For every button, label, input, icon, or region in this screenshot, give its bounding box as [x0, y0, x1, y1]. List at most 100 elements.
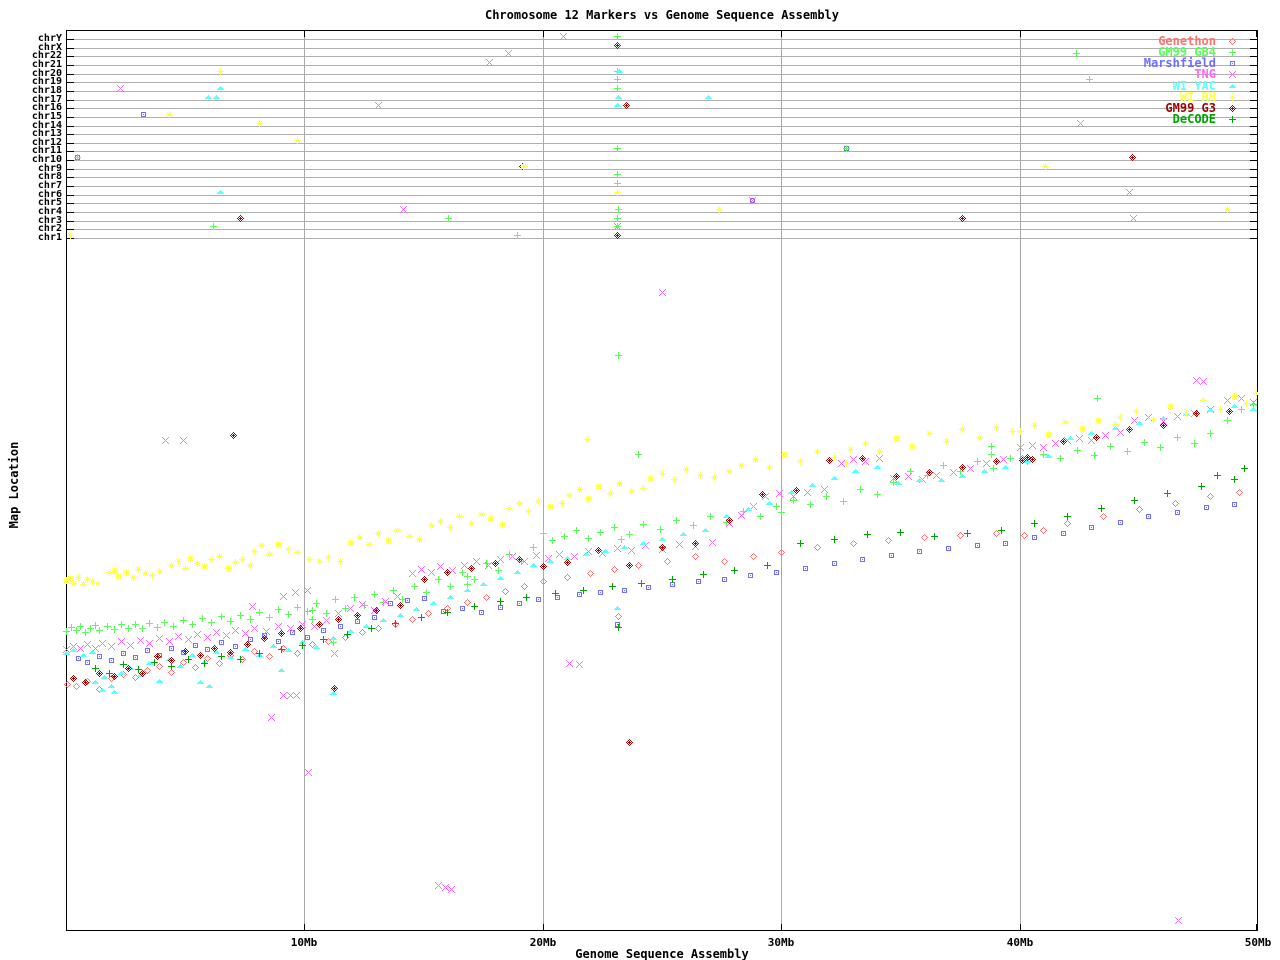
data-point-wi_yac	[169, 659, 170, 660]
data-point-gm99_gb4	[474, 579, 475, 580]
data-point-genethon	[67, 684, 68, 685]
data-point-gm99_gb4	[564, 536, 565, 537]
data-point-wi_yac	[316, 647, 317, 648]
data-point-gm99_gb4	[71, 627, 72, 628]
data-point-gm99_gb4	[269, 617, 270, 618]
data-point-wi_yac	[1163, 418, 1164, 419]
data-point-wi_rh	[159, 571, 160, 572]
data-point-tng	[165, 440, 166, 441]
data-point-gm99_gb4	[99, 630, 100, 631]
x-tick-label: 30Mb	[749, 936, 813, 949]
data-point-wi_rh	[66, 580, 67, 581]
data-point-gm99_gb4	[960, 471, 961, 472]
data-point-wi_rh	[550, 506, 551, 507]
data-point-marshfield	[834, 563, 835, 564]
data-point-gm99_g3	[1027, 457, 1028, 458]
data-point-wi_rh	[896, 438, 897, 439]
data-point-wi_yac	[433, 603, 434, 604]
data-point-wi_yac	[220, 88, 221, 89]
data-point-decode	[1101, 508, 1102, 509]
data-point-wi_yac	[1091, 433, 1092, 434]
data-point-wi_rh	[359, 537, 360, 538]
data-point-gm99_gb4	[552, 540, 553, 541]
data-point-gm99_gb4	[660, 529, 661, 530]
data-point-gm99_gb4	[618, 209, 619, 210]
data-point-gm99_gb4	[1177, 437, 1178, 438]
data-point-gm99_g3	[233, 435, 234, 436]
data-point-gm99_gb4	[307, 611, 308, 612]
data-point-genethon	[111, 678, 112, 679]
data-point-genethon	[447, 608, 448, 609]
data-point-gm99_g3	[662, 547, 663, 548]
data-point-wi_yac	[208, 97, 209, 98]
data-point-wi_rh	[378, 533, 379, 534]
data-point-genethon	[543, 581, 544, 582]
data-point-gm99_gb4	[710, 516, 711, 517]
data-point-gm99_g3	[1129, 429, 1130, 430]
data-point-marshfield	[221, 642, 222, 643]
data-point-wi_rh	[569, 495, 570, 496]
data-point-tng	[631, 550, 632, 551]
data-point-genethon	[505, 591, 506, 592]
data-point-gm99_gb4	[192, 624, 193, 625]
data-point-tng	[102, 643, 103, 644]
data-point-wi_yac	[984, 471, 985, 472]
data-point-wi_yac	[617, 608, 618, 609]
data-point-gm99_gb4	[621, 539, 622, 540]
data-point-tng	[645, 545, 646, 546]
data-point-gm99_g3	[598, 550, 599, 551]
data-point-wi_yac	[726, 516, 727, 517]
data-point-marshfield	[579, 594, 580, 595]
data-point-genethon	[87, 681, 88, 682]
data-point-wi_yac	[400, 615, 401, 616]
data-point-genethon	[1175, 503, 1176, 504]
data-point-wi_rh	[865, 443, 866, 444]
data-point-wi_rh	[114, 570, 115, 571]
data-point-wi_rh	[643, 488, 644, 489]
data-point-wi_rh	[1153, 419, 1154, 420]
data-point-gm99_g3	[1063, 441, 1064, 442]
data-point-gm99_g3	[247, 644, 248, 645]
data-point-marshfield	[147, 650, 148, 651]
data-point-gm99_gb4	[1060, 458, 1061, 459]
data-point-gm99_gb4	[991, 454, 992, 455]
data-point-gm99_g3	[338, 619, 339, 620]
data-point-genethon	[76, 686, 77, 687]
data-point-tng	[290, 695, 291, 696]
data-point-tng	[452, 570, 453, 571]
data-point-gm99_gb4	[364, 605, 365, 606]
data-point-wi_yac	[643, 543, 644, 544]
data-point-gm99_gb4	[826, 496, 827, 497]
data-point-decode	[526, 597, 527, 598]
data-point-genethon	[1043, 530, 1044, 531]
data-point-wi_rh	[1082, 428, 1083, 429]
data-point-tng	[1133, 218, 1134, 219]
data-point-tng	[752, 200, 753, 201]
data-point-genethon	[753, 556, 754, 557]
data-point-gm99_gb4	[498, 570, 499, 571]
data-point-gm99_g3	[626, 105, 627, 106]
chart: Chromosome 12 Markers vs Genome Sequence…	[0, 0, 1280, 960]
data-point-tng	[1203, 381, 1204, 382]
data-point-wi_yac	[618, 97, 619, 98]
data-point-wi_rh	[431, 525, 432, 526]
data-point-tng	[431, 572, 432, 573]
data-point-wi_rh	[1045, 166, 1046, 167]
data-point-wi_rh	[197, 563, 198, 564]
data-point-wi_yac	[919, 480, 920, 481]
data-point-decode	[800, 543, 801, 544]
data-point-wi_rh	[1170, 406, 1171, 407]
data-point-marshfield	[357, 621, 358, 622]
data-point-marshfield	[624, 590, 625, 591]
data-point-genethon	[171, 672, 172, 673]
data-point-wi_yac	[73, 650, 74, 651]
data-point-gm99_g3	[962, 218, 963, 219]
data-point-gm99_gb4	[991, 446, 992, 447]
data-point-genethon	[230, 655, 231, 656]
data-point-marshfield	[1063, 533, 1064, 534]
data-point-wi_rh	[70, 578, 71, 579]
data-point-wi_yac	[1139, 423, 1140, 424]
data-point-tng	[183, 440, 184, 441]
data-point-wi_rh	[409, 536, 410, 537]
data-point-marshfield	[1005, 543, 1006, 544]
